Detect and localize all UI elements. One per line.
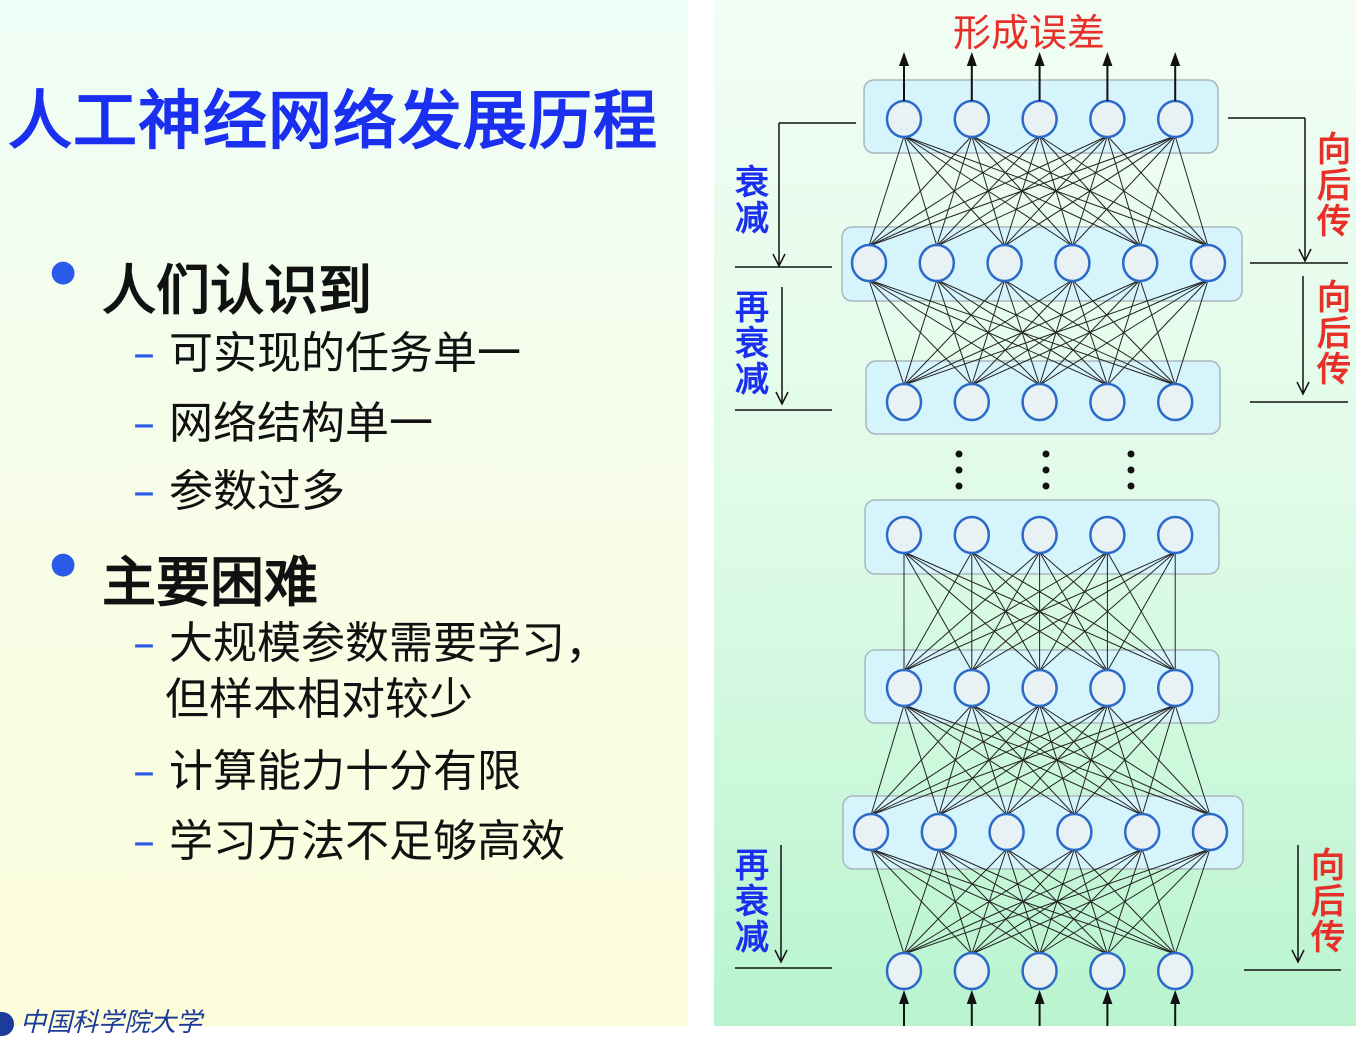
neuron-node	[920, 812, 958, 852]
output-arrow-head	[899, 52, 909, 66]
input-arrow-head	[1170, 990, 1181, 1004]
input-arrow-head	[1102, 990, 1113, 1004]
neuron-node	[1156, 382, 1194, 422]
neuron-node	[988, 812, 1025, 852]
backprop-label: 向后传	[1311, 846, 1345, 958]
neuron-node	[1089, 515, 1126, 555]
neuron-node	[1089, 382, 1126, 422]
neuron-node	[1123, 812, 1161, 852]
neuron-node	[1156, 515, 1194, 555]
neuron-node	[1054, 243, 1091, 283]
neuron-node	[1191, 812, 1229, 852]
neuron-node	[1156, 668, 1194, 708]
neuron-node	[1021, 382, 1058, 422]
backprop-label: 向后传	[1317, 278, 1351, 390]
neuron-node	[1156, 951, 1194, 991]
neuron-node	[953, 515, 991, 555]
neuron-node	[1156, 99, 1194, 139]
neuron-node	[1189, 243, 1227, 283]
ellipsis-dot	[1127, 466, 1135, 474]
ellipsis-dot	[1042, 482, 1050, 490]
neuron-node	[885, 951, 923, 991]
neural-network-diagram	[735, 52, 1348, 1026]
ellipsis-dot	[955, 482, 963, 490]
neuron-node	[885, 668, 923, 708]
neuron-node	[986, 243, 1023, 283]
neuron-node	[1089, 951, 1126, 991]
neuron-node	[1021, 951, 1058, 991]
neuron-node	[953, 99, 991, 139]
ellipsis-dot	[1127, 482, 1135, 490]
neuron-node	[918, 243, 956, 283]
neuron-node	[885, 515, 923, 555]
neuron-node	[852, 812, 890, 852]
redecay-label: 再衰减	[735, 288, 769, 400]
neuron-node	[1121, 243, 1159, 283]
ellipsis-dot	[1042, 450, 1050, 458]
ellipsis-dot	[955, 450, 963, 458]
neuron-node	[1056, 812, 1093, 852]
ellipsis-dot	[1127, 450, 1135, 458]
ellipsis-dot	[955, 466, 963, 474]
neuron-node	[953, 951, 991, 991]
redecay-label: 再衰减	[735, 846, 769, 958]
decay-label: 衰减	[735, 163, 769, 239]
input-arrow-head	[899, 990, 909, 1004]
neuron-node	[885, 382, 923, 422]
neuron-node	[1021, 668, 1058, 708]
neuron-node	[1089, 668, 1126, 708]
neuron-node	[953, 382, 991, 422]
input-arrow-head	[1034, 990, 1045, 1004]
ellipsis-dot	[1042, 466, 1050, 474]
neuron-node	[850, 243, 888, 283]
output-arrow-head	[1170, 52, 1181, 66]
layer-box	[841, 226, 1243, 302]
neuron-node	[1089, 99, 1126, 139]
neuron-node	[1021, 515, 1058, 555]
neuron-node	[1021, 99, 1058, 139]
input-arrow-head	[966, 990, 977, 1004]
neuron-node	[885, 99, 923, 139]
neuron-node	[953, 668, 991, 708]
backprop-label: 向后传	[1317, 130, 1351, 242]
error-label: 形成误差	[953, 11, 1106, 55]
